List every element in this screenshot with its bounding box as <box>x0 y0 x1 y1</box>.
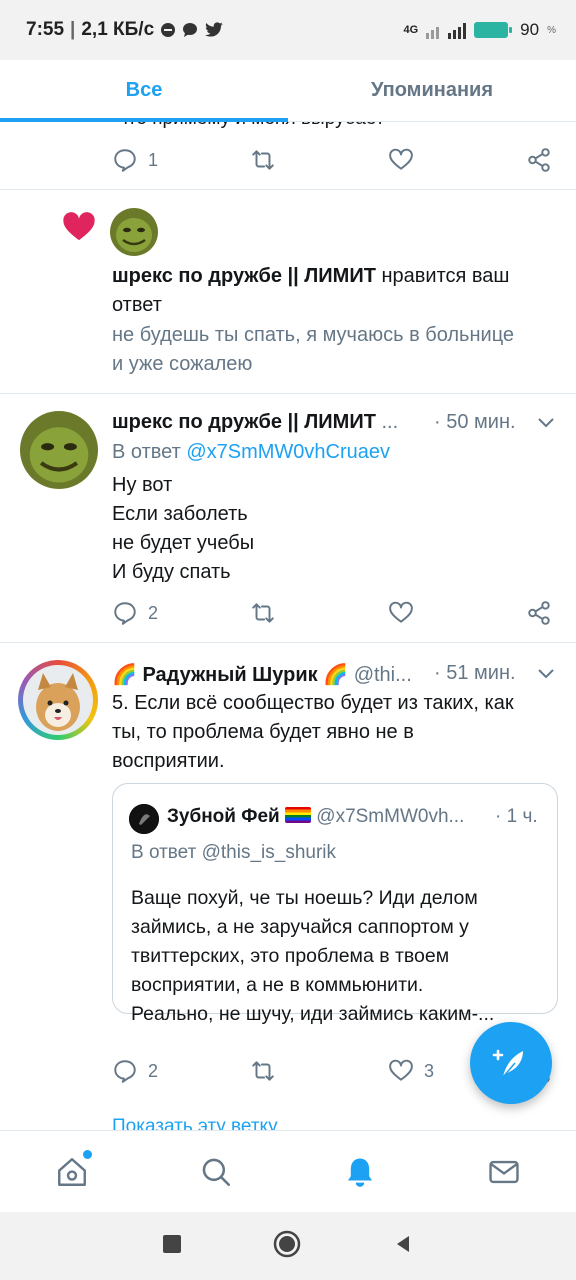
reply-button[interactable]: 2 <box>112 600 182 626</box>
nav-messages[interactable] <box>474 1142 534 1202</box>
liked-tweet-text: не будешь ты спать, я мучаюсь в больнице <box>112 324 515 346</box>
reply-icon <box>114 149 136 172</box>
heart-icon <box>62 210 96 244</box>
nav-home[interactable] <box>42 1142 102 1202</box>
user-handle: @x7SmMW0vh... <box>316 806 465 827</box>
notification-action-continued: ответ <box>112 294 162 316</box>
user-name: Зубной Фей <box>167 806 280 827</box>
divider <box>0 189 576 190</box>
like-button[interactable] <box>388 147 458 173</box>
reply-count: 2 <box>148 602 159 623</box>
bottom-navigation <box>0 1130 576 1212</box>
back-button[interactable] <box>393 1234 413 1259</box>
battery-level: 90 <box>520 20 540 39</box>
mail-icon <box>489 1160 519 1183</box>
status-bar: 7:55 | 2,1 КБ/с 4G 90 % <box>0 0 576 60</box>
avatar <box>129 804 159 834</box>
square-icon <box>163 1234 181 1253</box>
avatar[interactable] <box>18 660 98 740</box>
notification-tabs: Все Упоминания <box>0 60 576 122</box>
reply-icon <box>114 602 136 625</box>
retweet-button[interactable] <box>250 600 320 626</box>
tweet-actions: 1 <box>112 142 552 178</box>
status-time: 7:55 <box>26 19 65 40</box>
tweet-time: · 1 ч. <box>495 806 538 827</box>
chat-bubble-icon <box>182 22 198 38</box>
new-content-dot <box>83 1149 92 1159</box>
tweet-actions: 2 <box>112 595 552 631</box>
tweet-text: 5. Если всё сообщество будет из таких, к… <box>112 692 514 772</box>
avatar[interactable] <box>20 411 98 489</box>
share-icon <box>528 148 550 172</box>
signal-icon <box>426 21 467 39</box>
system-navigation-bar <box>0 1212 576 1280</box>
retweet-icon <box>252 603 274 623</box>
user-handle: @thi... <box>353 664 412 686</box>
tweet-time: · 50 мин. <box>434 411 516 433</box>
retweet-icon <box>252 150 274 170</box>
notification-action: нравится ваш <box>381 265 510 287</box>
chevron-down-icon[interactable] <box>536 663 556 688</box>
feather-plus-icon <box>492 1049 523 1078</box>
like-button[interactable]: 3 <box>388 1058 458 1084</box>
user-name[interactable]: шрекс по дружбе || ЛИМИТ <box>112 411 376 433</box>
tweet-time: · 51 мин. <box>434 662 516 684</box>
quoted-tweet[interactable]: Зубной Фей @x7SmMW0vh... · 1 ч. В ответ … <box>112 783 558 1025</box>
nav-notifications[interactable] <box>330 1142 390 1202</box>
reply-count: 1 <box>148 149 159 170</box>
search-icon <box>202 1158 231 1186</box>
bell-icon <box>347 1158 373 1187</box>
heart-outline-icon <box>389 1059 413 1081</box>
notifications-feed[interactable]: 1 шрекс по дружбе || ЛИМИТ нравится ваш … <box>0 122 576 1130</box>
like-button[interactable] <box>388 600 458 626</box>
reply-count: 2 <box>148 1060 159 1081</box>
reply-prefix: В ответ <box>112 441 181 463</box>
home-system-button[interactable] <box>273 1230 301 1263</box>
liked-tweet-text-continued: и уже сожалею <box>112 353 253 375</box>
user-name[interactable]: Радужный Шурик <box>142 664 317 686</box>
compose-tweet-button[interactable] <box>470 1022 552 1104</box>
heart-outline-icon <box>389 601 413 623</box>
clipped-tweet-text: что примему и меня вырубает <box>118 122 384 130</box>
status-speed: 2,1 КБ/с <box>81 19 155 40</box>
twitter-bird-icon <box>204 22 224 38</box>
tweet-text: Ну вот Если заболеть не будет учебы И бу… <box>112 474 255 583</box>
retweet-button[interactable] <box>250 147 320 173</box>
divider <box>0 393 576 394</box>
quoted-tweet-text: Ваще похуй, че ты ноешь? Иди делом займи… <box>131 887 495 1025</box>
battery-icon <box>474 22 513 38</box>
heart-outline-icon <box>389 148 413 170</box>
home-icon <box>58 1157 86 1186</box>
divider <box>0 642 576 643</box>
share-button[interactable] <box>526 147 552 173</box>
reply-icon <box>114 1060 136 1083</box>
minus-circle-icon <box>160 22 176 38</box>
reply-button[interactable]: 2 <box>112 1058 182 1084</box>
reply-to-handle[interactable]: @x7SmMW0vhCruaev <box>186 441 390 463</box>
retweet-icon <box>252 1061 274 1081</box>
reply-button[interactable]: 1 <box>112 147 182 173</box>
rainbow-flag-icon <box>285 807 311 823</box>
back-triangle-icon <box>397 1235 409 1252</box>
tab-all[interactable]: Все <box>0 60 288 121</box>
tab-mentions[interactable]: Упоминания <box>288 60 576 121</box>
chevron-down-icon[interactable] <box>536 412 556 437</box>
circle-icon <box>273 1230 301 1257</box>
reply-prefix: В ответ <box>131 842 197 863</box>
user-name[interactable]: шрекс по дружбе || ЛИМИТ <box>112 265 376 287</box>
avatar[interactable] <box>110 208 158 256</box>
like-count: 3 <box>424 1060 435 1081</box>
share-button[interactable] <box>526 600 552 626</box>
share-icon <box>528 601 550 625</box>
network-label: 4G <box>403 24 419 36</box>
recents-button[interactable] <box>163 1234 181 1258</box>
show-thread-link[interactable]: Показать эту ветку <box>112 1116 278 1130</box>
retweet-button[interactable] <box>250 1058 320 1084</box>
nav-search[interactable] <box>186 1142 246 1202</box>
reply-to-handle: @this_is_shurik <box>201 842 337 863</box>
